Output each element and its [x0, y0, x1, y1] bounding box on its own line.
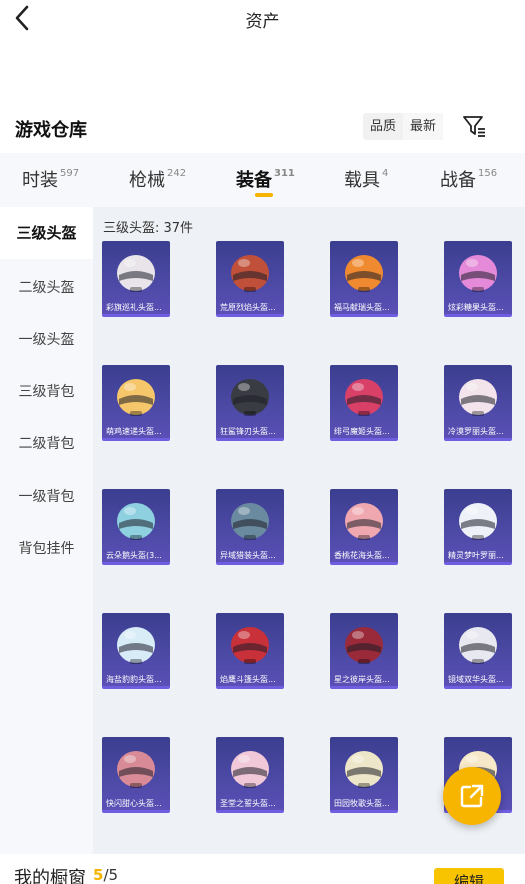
item-name: 彩旗巡礼头盔... [106, 303, 162, 312]
item-card[interactable]: 田园牧歌头盔... [330, 737, 398, 813]
item-name: 镜域双华头盔... [448, 675, 504, 684]
item-name: 星之彼岸头盔... [334, 675, 390, 684]
helmet-icon [117, 627, 155, 664]
item-name: 香桃花海头盔... [334, 551, 390, 560]
sidebar-item-level2-helmet[interactable]: 二级头盔 [0, 277, 93, 297]
sidebar-item-backpack-pendant[interactable]: 背包挂件 [0, 538, 93, 558]
helmet-icon [231, 751, 269, 788]
item-grid-panel: 三级头盔: 37件 彩旗巡礼头盔... 荒原烈焰头盔... 福马献瑞头盔... 炫彩糖… [93, 207, 525, 854]
item-name: 萌鸡速递头盔... [106, 427, 162, 436]
sidebar-item-level1-backpack[interactable]: 一级背包 [0, 486, 93, 506]
tab-firearms[interactable]: 枪械 242 [129, 166, 186, 192]
item-card[interactable]: 云朵鹅头盔(3... [102, 489, 170, 565]
item-card[interactable]: 海盐豹豹头盔... [102, 613, 170, 689]
sidebar-item-level1-helmet[interactable]: 一级头盔 [0, 329, 93, 349]
helmet-icon [459, 379, 497, 416]
helmet-icon [459, 503, 497, 540]
item-card[interactable]: 圣堂之誓头盔... [216, 737, 284, 813]
item-name: 福马献瑞头盔... [334, 303, 390, 312]
active-tab-indicator [255, 193, 273, 197]
sidebar-item-level3-backpack[interactable]: 三级背包 [0, 381, 93, 401]
item-card[interactable]: 镜域双华头盔... [444, 613, 512, 689]
item-name: 圣堂之誓头盔... [220, 799, 276, 808]
sort-quality-button[interactable]: 品质 [363, 113, 403, 140]
sidebar-item-level2-backpack[interactable]: 二级背包 [0, 433, 93, 453]
tab-supplies[interactable]: 战备 156 [440, 166, 497, 192]
showcase-label: 我的橱窗 [14, 868, 86, 884]
helmet-icon [345, 503, 383, 540]
warehouse-title: 游戏仓库 [15, 120, 87, 141]
helmet-icon [345, 627, 383, 664]
sidebar-item-level3-helmet[interactable]: 三级头盔 [0, 207, 93, 259]
item-name: 快闪甜心头盔... [106, 799, 162, 808]
showcase-count: 5/5 [93, 866, 119, 884]
top-bar: 资产 [0, 0, 525, 36]
item-card[interactable]: 快闪甜心头盔... [102, 737, 170, 813]
helmet-icon [459, 255, 497, 292]
sort-latest-button[interactable]: 最新 [403, 113, 443, 140]
helmet-icon [231, 255, 269, 292]
item-card[interactable]: 星之彼岸头盔... [330, 613, 398, 689]
item-card[interactable]: 异域猎装头盔... [216, 489, 284, 565]
item-card[interactable]: 香桃花海头盔... [330, 489, 398, 565]
item-name: 异域猎装头盔... [220, 551, 276, 560]
item-name: 狂鲨锋刃头盔... [220, 427, 276, 436]
item-name: 荒原烈焰头盔... [220, 303, 276, 312]
edit-button[interactable]: 编辑 [434, 868, 504, 884]
helmet-icon [117, 751, 155, 788]
item-card[interactable]: 彩旗巡礼头盔... [102, 241, 170, 317]
helmet-icon [117, 379, 155, 416]
subcategory-sidebar: 三级头盔 二级头盔 一级头盔 三级背包 二级背包 一级背包 背包挂件 [0, 207, 93, 854]
item-card[interactable]: 炫彩糖果头盔... [444, 241, 512, 317]
item-name: 焰鹰斗篷头盔... [220, 675, 276, 684]
item-count-label: 三级头盔: 37件 [103, 221, 194, 236]
item-name: 田园牧歌头盔... [334, 799, 390, 808]
helmet-icon [117, 255, 155, 292]
item-name: 精灵梦叶罗丽... [448, 551, 504, 560]
tab-vehicles[interactable]: 载具 4 [344, 166, 388, 192]
item-card[interactable]: 萌鸡速递头盔... [102, 365, 170, 441]
helmet-icon [345, 751, 383, 788]
item-name: 冷漠罗丽头盔... [448, 427, 504, 436]
showcase-bar: 我的橱窗 5/5 编辑 [0, 854, 525, 884]
item-name: 绯弓魔姬头盔... [334, 427, 390, 436]
helmet-icon [345, 255, 383, 292]
item-name: 海盐豹豹头盔... [106, 675, 162, 684]
item-card[interactable]: 福马献瑞头盔... [330, 241, 398, 317]
category-tabs: 时装 597 枪械 242 装备 311 载具 4 战备 156 [0, 153, 525, 207]
sort-toggle: 品质 最新 [363, 113, 443, 140]
item-card[interactable]: 冷漠罗丽头盔... [444, 365, 512, 441]
helmet-icon [117, 503, 155, 540]
external-link-icon [460, 784, 484, 808]
item-name: 炫彩糖果头盔... [448, 303, 504, 312]
item-card[interactable]: 狂鲨锋刃头盔... [216, 365, 284, 441]
page-title: 资产 [245, 12, 280, 32]
item-name: 云朵鹅头盔(3... [106, 551, 162, 560]
item-card[interactable]: 精灵梦叶罗丽... [444, 489, 512, 565]
helmet-icon [459, 627, 497, 664]
item-card[interactable]: 焰鹰斗篷头盔... [216, 613, 284, 689]
helmet-icon [231, 503, 269, 540]
share-button[interactable] [443, 767, 501, 825]
helmet-icon [231, 627, 269, 664]
filter-icon[interactable] [461, 113, 487, 139]
tab-equipment[interactable]: 装备 311 [236, 166, 295, 192]
item-card[interactable]: 绯弓魔姬头盔... [330, 365, 398, 441]
item-card[interactable]: 荒原烈焰头盔... [216, 241, 284, 317]
helmet-icon [345, 379, 383, 416]
tab-fashion[interactable]: 时装 597 [22, 166, 79, 192]
helmet-icon [231, 379, 269, 416]
